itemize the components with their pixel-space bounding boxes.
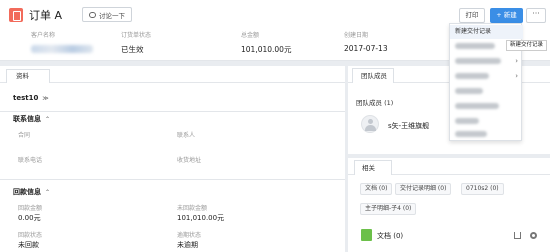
collapse-icon: ⌃ — [45, 116, 51, 123]
summary-fields: 客户名称 订货单状态 已生效 总金额 101,010.00元 创建日期 2017… — [0, 30, 460, 58]
customer-label: 客户名称 — [31, 32, 56, 39]
menu-item-7[interactable] — [450, 114, 523, 128]
related-chip-docs[interactable]: 文档 (0) — [360, 183, 393, 195]
date-field: 创建日期 2017-07-13 — [344, 30, 388, 53]
menu-item-6[interactable] — [450, 99, 523, 113]
discuss-button-label: 讨论一下 — [99, 11, 125, 20]
discuss-button[interactable]: 讨论一下 — [82, 7, 132, 22]
gear-icon[interactable] — [530, 232, 537, 239]
menu-item-8[interactable] — [450, 127, 523, 141]
docs-section-title: 文档 (0) — [377, 232, 404, 240]
date-value: 2017-07-13 — [344, 44, 388, 53]
divider — [0, 111, 345, 112]
new-button[interactable]: + 新建 — [490, 8, 523, 23]
menu-item-new-delivery-record[interactable]: 新建交付记录 — [450, 25, 523, 39]
contact-label: 联系人 — [177, 132, 196, 139]
member-name[interactable]: s矢-王维旗舰 — [388, 121, 429, 131]
unpaid-amount-value: 101,010.00元 — [177, 214, 225, 222]
status-label: 订货单状态 — [121, 32, 152, 39]
print-button[interactable]: 打印 — [459, 8, 485, 23]
amount-label: 总金额 — [241, 32, 260, 39]
upload-icon[interactable] — [514, 232, 521, 239]
paid-amount-value: 0.00元 — [18, 214, 41, 222]
tab-related[interactable]: 相关 — [354, 160, 392, 175]
related-panel: 相关 文档 (0) 交付记录明细 (0) 0710s2 (0) 主子明细-子4 … — [348, 158, 550, 252]
paid-amount-label: 回款金额 — [18, 205, 43, 212]
contact-section-header[interactable]: 联系信息 ⌃ — [13, 114, 50, 124]
related-chip-subdetail[interactable]: 主子明细-子4 (0) — [360, 203, 417, 215]
payment-status-label: 回款状态 — [18, 232, 43, 239]
phone-label: 联系电话 — [18, 157, 43, 164]
page-title: 订单 A — [29, 9, 63, 22]
amount-value: 101,010.00元 — [241, 45, 292, 54]
more-button[interactable]: ··· — [526, 8, 546, 23]
customer-value-redacted — [31, 45, 93, 53]
document-icon — [361, 229, 372, 241]
chat-icon — [89, 11, 96, 18]
address-label: 收货地址 — [177, 157, 202, 164]
divider — [0, 179, 345, 180]
chevron-right-icon: › — [515, 72, 518, 80]
date-label: 创建日期 — [344, 32, 369, 39]
details-panel: 资料 test10 ≫ 联系信息 ⌃ 合同 联系人 联系电话 收货地址 回款信息 ⌃ … — [0, 66, 345, 252]
contact-section-title: 联系信息 — [13, 115, 41, 123]
related-chip-0710s2[interactable]: 0710s2 (0) — [461, 183, 504, 195]
chevron-right-icon: › — [515, 57, 518, 65]
menu-item-4[interactable]: › — [450, 69, 523, 83]
payment-status-value: 未回款 — [18, 241, 39, 249]
avatar[interactable] — [361, 115, 379, 133]
overdue-status-label: 逾期状态 — [177, 232, 202, 239]
contract-label: 合同 — [18, 132, 31, 139]
menu-item-5[interactable] — [450, 84, 523, 98]
payment-section-header[interactable]: 回款信息 ⌃ — [13, 187, 50, 197]
record-name: test10 — [13, 94, 39, 102]
chevron-down-icon: ≫ — [42, 95, 49, 102]
overdue-status-value: 未逾期 — [177, 241, 198, 249]
related-tabbar: 相关 — [348, 158, 550, 175]
team-members-count: 团队成员 (1) — [356, 99, 394, 107]
menu-tooltip: 新建交付记录 — [506, 40, 548, 51]
tab-team-members[interactable]: 团队成员 — [352, 68, 394, 83]
status-field: 订货单状态 已生效 — [121, 30, 151, 55]
unpaid-amount-label: 未回款金额 — [177, 205, 208, 212]
collapse-icon: ⌃ — [45, 189, 51, 196]
menu-item-3[interactable]: › — [450, 54, 523, 68]
status-value: 已生效 — [121, 45, 144, 54]
payment-section-title: 回款信息 — [13, 188, 41, 196]
details-tabbar: 资料 — [0, 66, 345, 83]
tab-details[interactable]: 资料 — [6, 69, 50, 83]
amount-field: 总金额 101,010.00元 — [241, 30, 291, 55]
customer-field: 客户名称 — [31, 30, 93, 53]
record-name-section[interactable]: test10 ≫ — [13, 94, 49, 102]
order-icon — [9, 8, 23, 22]
related-chip-delivery[interactable]: 交付记录明细 (0) — [395, 183, 452, 195]
